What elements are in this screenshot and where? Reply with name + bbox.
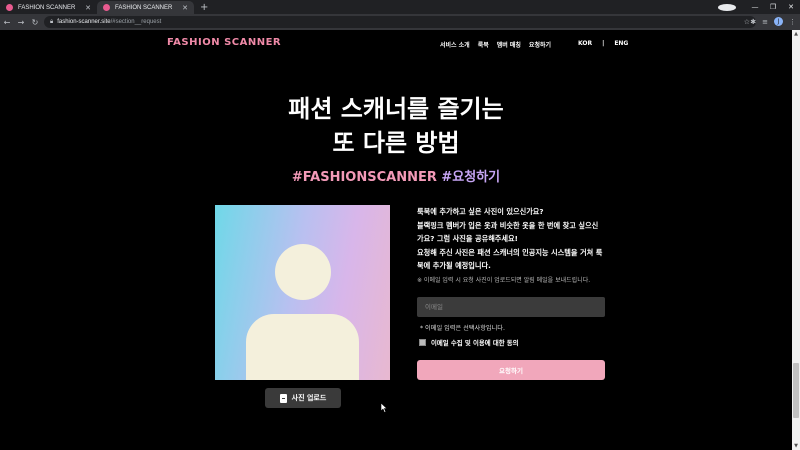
nav-item-member-matching[interactable]: 멤버 매칭 — [497, 40, 521, 49]
extensions-icon[interactable]: ✱ — [750, 18, 756, 26]
checkbox-icon[interactable] — [419, 339, 426, 346]
email-consent-checkbox[interactable]: 이메일 수집 및 이용에 대한 동의 — [419, 338, 519, 347]
bookmark-star-icon[interactable]: ☆ — [744, 18, 750, 26]
browser-tab-bar: FASHION SCANNER ✕ FASHION SCANNER ✕ + — … — [0, 0, 800, 14]
hashtag-fashionscanner: #FASHIONSCANNER — [291, 170, 437, 185]
nav-item-service[interactable]: 서비스 소개 — [440, 40, 470, 49]
request-description: 룩북에 추가하고 싶은 사진이 있으신가요? 블랙핑크 멤버가 입은 옷과 비슷… — [417, 205, 607, 273]
upload-photo-button[interactable]: 사진 업로드 — [265, 388, 341, 408]
desc-line: 룩북에 추가하고 싶은 사진이 있으신가요? — [417, 207, 544, 216]
hero-title-line1: 패션 스캐너를 즐기는 — [288, 95, 504, 123]
window-controls: — ❐ ✕ — [718, 0, 800, 14]
file-icon — [279, 393, 287, 403]
browser-tab-active[interactable]: FASHION SCANNER ✕ — [97, 1, 194, 14]
hashtag-request: #요청하기 — [441, 170, 501, 185]
hero-title-line2: 또 다른 방법 — [332, 129, 460, 157]
scrollbar-thumb[interactable] — [793, 363, 799, 418]
page-viewport: FASHION SCANNER 서비스 소개 룩북 멤버 매칭 요청하기 KOR… — [0, 30, 792, 450]
favicon-icon — [103, 4, 110, 11]
mouse-cursor-icon — [380, 398, 388, 417]
tab-close-icon[interactable]: ✕ — [182, 4, 188, 12]
reload-icon[interactable]: ↻ — [28, 18, 42, 27]
tab-title: FASHION SCANNER — [18, 4, 76, 11]
minimize-button[interactable]: — — [746, 3, 764, 11]
favicon-icon — [6, 4, 13, 11]
email-notice: ※ 이메일 입력 시 요청 사진이 업로드되면 알림 메일을 보내드립니다. — [417, 277, 591, 284]
language-switcher: KOR | ENG — [578, 40, 628, 47]
url-path: /#section__request — [110, 19, 162, 25]
restore-button[interactable]: ❐ — [764, 3, 782, 11]
forward-arrow-icon[interactable]: → — [14, 18, 28, 27]
desc-line: 가요? 그럼 사진을 공유해주세요! — [417, 234, 518, 243]
submit-request-button[interactable]: 요청하기 — [417, 360, 605, 380]
toolbar-right-icons: ✱ ≡ J ⋮ — [750, 17, 796, 26]
tab-close-icon[interactable]: ✕ — [85, 4, 91, 12]
person-placeholder-head-icon — [275, 244, 331, 300]
url-host: fashion-scanner.site — [57, 19, 111, 25]
lang-separator: | — [602, 40, 605, 47]
page-scrollbar[interactable]: ▲ ▼ — [792, 30, 800, 450]
desc-line: 북에 추가될 예정입니다. — [417, 261, 491, 270]
profile-avatar[interactable]: J — [774, 17, 783, 26]
browser-toolbar: ← → ↻ 🔒︎ fashion-scanner.site/#section__… — [0, 14, 800, 30]
menu-kebab-icon[interactable]: ⋮ — [789, 18, 796, 26]
nav-item-request[interactable]: 요청하기 — [529, 40, 551, 49]
person-placeholder-body-icon — [246, 314, 359, 380]
lang-eng[interactable]: ENG — [614, 40, 628, 47]
close-window-button[interactable]: ✕ — [782, 3, 800, 11]
new-tab-button[interactable]: + — [200, 1, 208, 14]
consent-label: 이메일 수집 및 이용에 대한 동의 — [431, 339, 519, 347]
reading-list-icon[interactable]: ≡ — [762, 18, 768, 26]
lang-kor[interactable]: KOR — [578, 40, 592, 47]
hero-hashtags: #FASHIONSCANNER #요청하기 — [0, 166, 792, 185]
scroll-down-arrow-icon[interactable]: ▼ — [792, 443, 800, 449]
email-input[interactable] — [417, 297, 605, 317]
upload-photo-label: 사진 업로드 — [291, 394, 327, 402]
address-bar[interactable]: 🔒︎ fashion-scanner.site/#section__reques… — [44, 16, 756, 28]
email-optional-note: * 이메일 입력은 선택사항입니다. — [420, 325, 505, 332]
desc-line: 블랙핑크 멤버가 입은 옷과 비슷한 옷을 한 번에 찾고 싶으신 — [417, 220, 599, 230]
tab-title: FASHION SCANNER — [115, 4, 173, 11]
back-arrow-icon[interactable]: ← — [0, 18, 14, 27]
photo-preview — [215, 205, 390, 380]
site-logo[interactable]: FASHION SCANNER — [167, 37, 281, 48]
nav-item-lookbook[interactable]: 룩북 — [478, 40, 489, 49]
main-nav: 서비스 소개 룩북 멤버 매칭 요청하기 — [440, 40, 551, 49]
profile-icon[interactable] — [718, 3, 736, 11]
desc-line: 요청해 주신 사진은 패션 스캐너의 인공지능 시스템을 거쳐 룩 — [417, 247, 603, 257]
browser-tab[interactable]: FASHION SCANNER ✕ — [0, 1, 97, 14]
scroll-up-arrow-icon[interactable]: ▲ — [792, 31, 800, 37]
lock-icon: 🔒︎ — [50, 18, 54, 25]
